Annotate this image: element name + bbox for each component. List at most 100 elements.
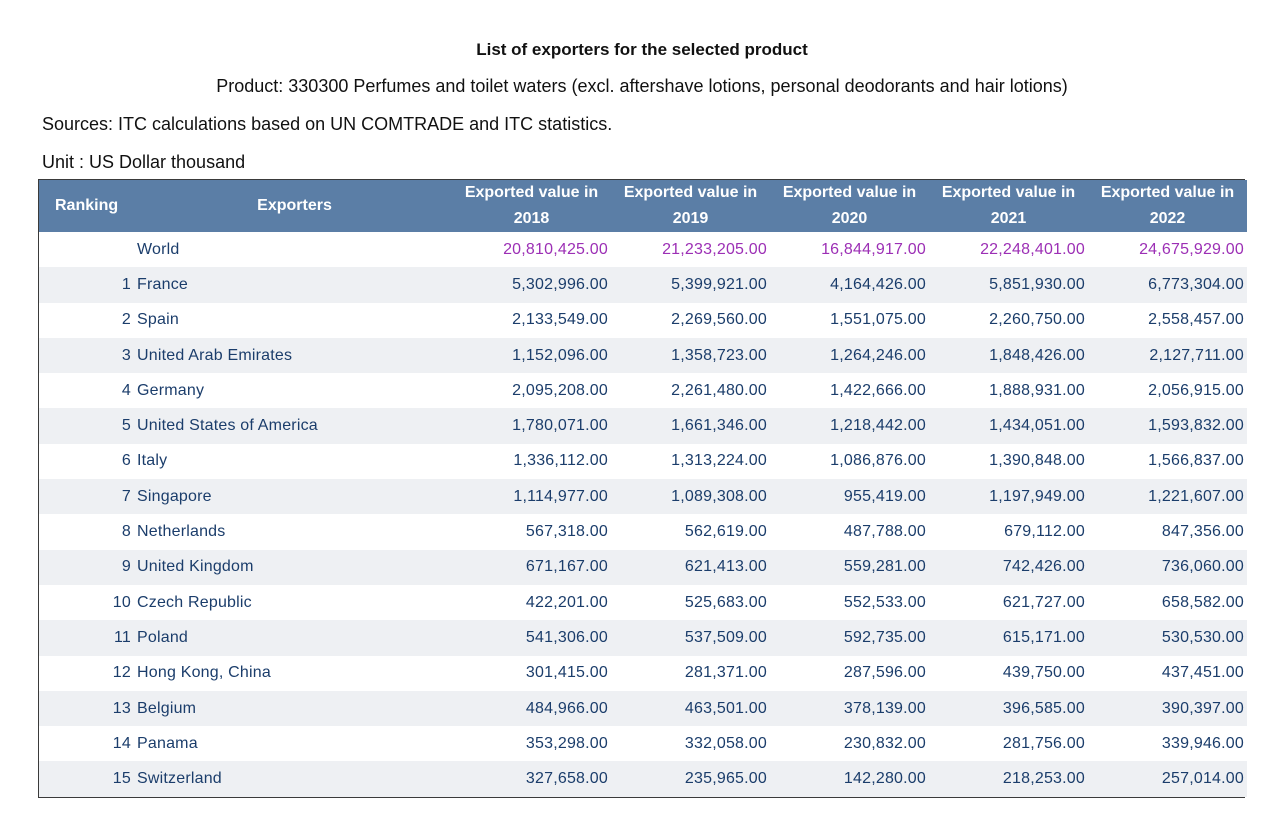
cell-exported-value-2020: 230,832.00 bbox=[843, 734, 926, 752]
cell-exporter-name[interactable]: Netherlands bbox=[137, 514, 452, 549]
cell-exported-value-2018: 541,306.00 bbox=[525, 628, 608, 646]
table-row: 9 United Kingdom 671,167.00 621,413.00 559,2… bbox=[39, 549, 1247, 585]
header-label: Exported value in bbox=[782, 184, 917, 201]
cell-exported-value-2020: 287,596.00 bbox=[843, 664, 926, 682]
cell-exported-value-2021: 5,851,930.00 bbox=[989, 275, 1085, 293]
cell-exported-value-2022: 390,397.00 bbox=[1161, 699, 1244, 717]
cell-exported-value-2022: 1,221,607.00 bbox=[1148, 487, 1244, 505]
cell-exporter-name[interactable]: United Kingdom bbox=[137, 550, 452, 585]
cell-exported-value-2021: 281,756.00 bbox=[1002, 734, 1085, 752]
header-exported-value-2018[interactable]: Exported value in 2018 bbox=[452, 180, 611, 232]
header-ranking[interactable]: Ranking bbox=[39, 180, 137, 232]
cell-ranking: 4 bbox=[121, 381, 131, 399]
exporters-table-container: Ranking Exporters Exported value in 2018… bbox=[38, 179, 1247, 798]
table-row: 8 Netherlands 567,318.00 562,619.00 487,788.… bbox=[39, 514, 1247, 550]
unit-note: Unit : US Dollar thousand bbox=[42, 152, 246, 172]
header-label: Exported value in bbox=[1100, 184, 1235, 201]
cell-exported-value-2018: 2,095,208.00 bbox=[512, 381, 608, 399]
cell-exported-value-2018: 353,298.00 bbox=[525, 734, 608, 752]
document-title: List of exporters for the selected produ… bbox=[476, 40, 808, 59]
cell-exported-value-2018: 327,658.00 bbox=[525, 770, 608, 788]
cell-exported-value-2020: 1,264,246.00 bbox=[830, 346, 926, 364]
cell-ranking: 14 bbox=[112, 734, 131, 752]
header-exported-value-2019[interactable]: Exported value in 2019 bbox=[611, 180, 770, 232]
cell-exporter-name[interactable]: Germany bbox=[137, 373, 452, 408]
cell-exported-value-2019: 562,619.00 bbox=[684, 523, 767, 541]
cell-exported-value-2021: 1,390,848.00 bbox=[989, 452, 1085, 470]
cell-exported-value-2021: 1,197,949.00 bbox=[989, 487, 1085, 505]
cell-exported-value-2019: 537,509.00 bbox=[684, 628, 767, 646]
cell-exported-value-2021: 2,260,750.00 bbox=[989, 311, 1085, 329]
cell-exported-value-2020: 552,533.00 bbox=[843, 593, 926, 611]
cell-exported-value-2022: 339,946.00 bbox=[1161, 734, 1244, 752]
cell-exporter-name[interactable]: Switzerland bbox=[137, 761, 452, 796]
cell-exported-value-2018: 671,167.00 bbox=[525, 558, 608, 576]
cell-ranking: 3 bbox=[121, 346, 131, 364]
cell-exported-value-2019: 1,089,308.00 bbox=[671, 487, 767, 505]
cell-exporter-name[interactable]: Hong Kong, China bbox=[137, 656, 452, 691]
table-row: 4 Germany 2,095,208.00 2,261,480.00 1,422,66… bbox=[39, 373, 1247, 409]
cell-exported-value-2019: 1,358,723.00 bbox=[671, 346, 767, 364]
cell-exported-value-2021: 1,888,931.00 bbox=[989, 381, 1085, 399]
header-exported-value-2022[interactable]: Exported value in 2022 bbox=[1088, 180, 1247, 232]
table-row: 1 France 5,302,996.00 5,399,921.00 4,164,426… bbox=[39, 267, 1247, 303]
header-year: 2021 bbox=[990, 210, 1027, 227]
cell-exported-value-2022: 2,127,711.00 bbox=[1149, 346, 1244, 364]
cell-exported-value-2022: 6,773,304.00 bbox=[1148, 275, 1244, 293]
cell-exporter-name[interactable]: Belgium bbox=[137, 691, 452, 726]
sources-note: Sources: ITC calculations based on UN CO… bbox=[42, 114, 613, 134]
header-label: Exported value in bbox=[623, 184, 758, 201]
cell-exported-value-2022: 24,675,929.00 bbox=[1139, 240, 1244, 258]
cell-exported-value-2018: 1,336,112.00 bbox=[513, 452, 608, 470]
header-exported-value-2020[interactable]: Exported value in 2020 bbox=[770, 180, 929, 232]
cell-exported-value-2021: 22,248,401.00 bbox=[980, 240, 1085, 258]
cell-exported-value-2019: 1,313,224.00 bbox=[671, 452, 767, 470]
cell-exported-value-2021: 396,585.00 bbox=[1002, 699, 1085, 717]
cell-exported-value-2019: 621,413.00 bbox=[684, 558, 767, 576]
table-row: 7 Singapore 1,114,977.00 1,089,308.00 955,41… bbox=[39, 479, 1247, 515]
cell-exported-value-2021: 1,434,051.00 bbox=[989, 417, 1085, 435]
cell-exported-value-2018: 20,810,425.00 bbox=[503, 240, 608, 258]
cell-exporter-name[interactable]: Poland bbox=[137, 620, 452, 655]
cell-exported-value-2018: 301,415.00 bbox=[525, 664, 608, 682]
cell-exported-value-2022: 1,593,832.00 bbox=[1148, 417, 1244, 435]
cell-exporter-name[interactable]: United States of America bbox=[137, 408, 452, 443]
cell-exporter-name[interactable]: Spain bbox=[137, 303, 452, 338]
cell-ranking: 9 bbox=[121, 558, 131, 576]
cell-exported-value-2022: 847,356.00 bbox=[1161, 523, 1244, 541]
table-header: Ranking Exporters Exported value in 2018… bbox=[39, 180, 1247, 232]
table-body: World 20,810,425.00 21,233,205.00 16,844,91… bbox=[39, 232, 1247, 797]
header-year: 2020 bbox=[831, 210, 868, 227]
header-exported-value-2021[interactable]: Exported value in 2021 bbox=[929, 180, 1088, 232]
cell-ranking: 5 bbox=[121, 417, 131, 435]
cell-exported-value-2022: 1,566,837.00 bbox=[1148, 452, 1244, 470]
exporters-table: Ranking Exporters Exported value in 2018… bbox=[39, 180, 1247, 797]
cell-exported-value-2019: 21,233,205.00 bbox=[662, 240, 767, 258]
table-row: 12 Hong Kong, China 301,415.00 281,371.00 28… bbox=[39, 655, 1247, 691]
cell-exporter-name[interactable]: France bbox=[137, 267, 452, 302]
cell-exported-value-2020: 142,280.00 bbox=[843, 770, 926, 788]
cell-exported-value-2019: 463,501.00 bbox=[684, 699, 767, 717]
table-row: 2 Spain 2,133,549.00 2,269,560.00 1,551,075.… bbox=[39, 302, 1247, 338]
cell-exported-value-2020: 559,281.00 bbox=[843, 558, 926, 576]
header-exporters[interactable]: Exporters bbox=[137, 180, 452, 232]
cell-exporter-name[interactable]: Panama bbox=[137, 726, 452, 761]
cell-ranking: 2 bbox=[121, 311, 131, 329]
cell-exporter-name[interactable]: Singapore bbox=[137, 479, 452, 514]
cell-exported-value-2018: 1,780,071.00 bbox=[512, 417, 608, 435]
cell-exported-value-2021: 615,171.00 bbox=[1002, 628, 1085, 646]
cell-exported-value-2020: 487,788.00 bbox=[843, 523, 926, 541]
cell-ranking: 6 bbox=[121, 452, 131, 470]
table-row: 5 United States of America 1,780,071.00 1,6… bbox=[39, 408, 1247, 444]
cell-exporter-name[interactable]: Czech Republic bbox=[137, 585, 452, 620]
cell-exporter-name[interactable]: United Arab Emirates bbox=[137, 338, 452, 373]
cell-ranking: 7 bbox=[121, 487, 131, 505]
product-description: Product: 330300 Perfumes and toilet wate… bbox=[216, 76, 1068, 96]
cell-ranking: 8 bbox=[121, 523, 131, 541]
cell-exported-value-2021: 1,848,426.00 bbox=[989, 346, 1085, 364]
cell-exported-value-2019: 332,058.00 bbox=[684, 734, 767, 752]
cell-exporter-name[interactable]: Italy bbox=[137, 444, 452, 479]
cell-ranking: 1 bbox=[121, 275, 131, 293]
cell-exported-value-2019: 5,399,921.00 bbox=[671, 275, 767, 293]
cell-exporter-name[interactable]: World bbox=[137, 232, 452, 267]
